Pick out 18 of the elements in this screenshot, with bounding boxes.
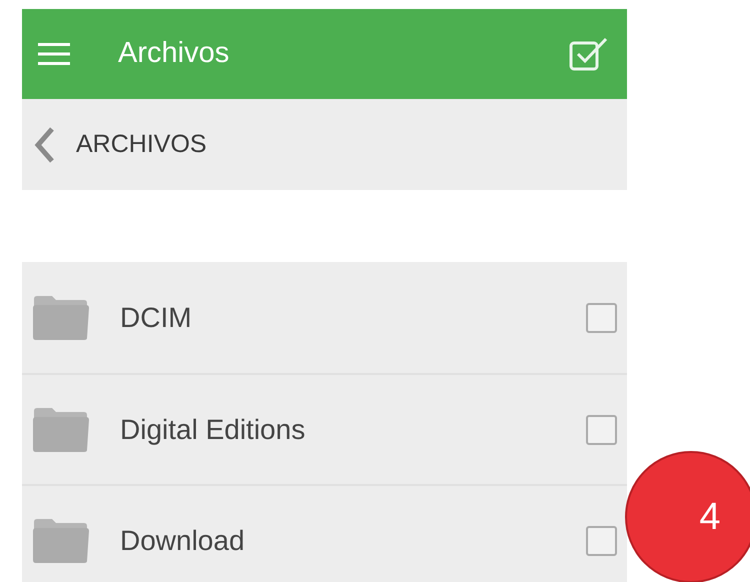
breadcrumb-label: ARCHIVOS	[76, 128, 207, 160]
folder-name: DCIM	[120, 300, 193, 334]
folder-name: Download	[120, 524, 246, 558]
folder-row[interactable]: DCIM	[22, 262, 627, 373]
back-chevron-icon[interactable]	[34, 126, 54, 162]
folder-row[interactable]: Digital Editions	[22, 373, 627, 484]
callout-circle: 4	[625, 451, 750, 582]
app-title: Archivos	[118, 36, 230, 72]
checkbox[interactable]	[586, 414, 617, 444]
folder-icon	[32, 406, 90, 452]
folder-icon	[32, 518, 90, 564]
menu-icon[interactable]	[38, 42, 70, 66]
checkbox-tick-icon[interactable]	[569, 37, 609, 71]
folder-name: Digital Editions	[120, 412, 306, 447]
checkbox[interactable]	[586, 526, 617, 556]
folder-icon	[32, 294, 90, 340]
folder-row[interactable]: Download	[22, 484, 627, 582]
checkbox[interactable]	[586, 302, 617, 332]
